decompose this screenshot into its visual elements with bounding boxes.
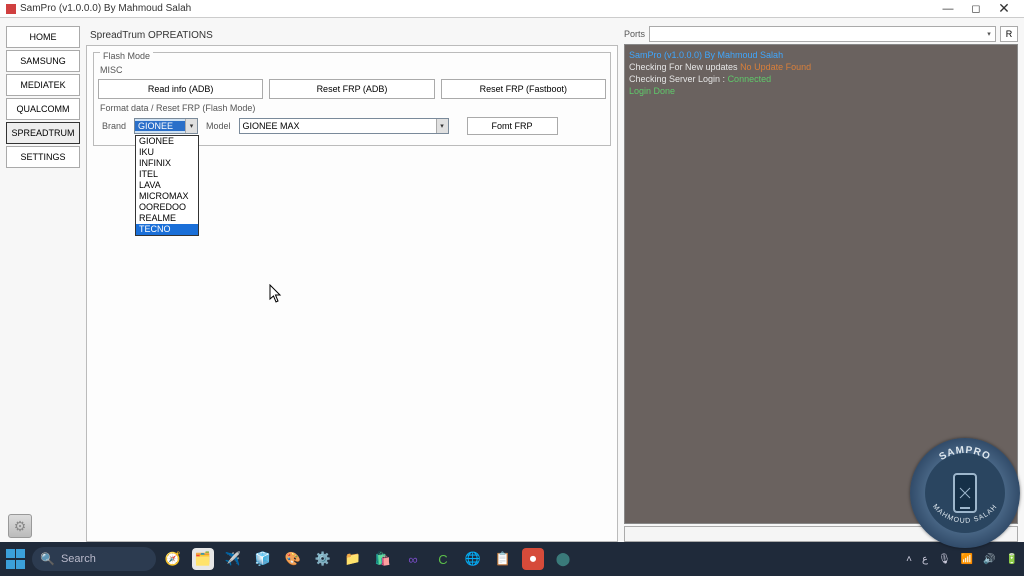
sidebar-item-home[interactable]: HOME <box>6 26 80 48</box>
reset-frp-fastboot-button[interactable]: Reset FRP (Fastboot) <box>441 79 606 99</box>
read-info-adb-button[interactable]: Read info (ADB) <box>98 79 263 99</box>
taskbar-icon[interactable]: ✈️ <box>222 548 244 570</box>
brand-label: Brand <box>102 121 126 131</box>
brand-badge: SAMPRO MAHMOUD SALAH <box>910 438 1020 548</box>
taskbar-icon[interactable]: 🗂️ <box>192 548 214 570</box>
taskbar-search[interactable]: 🔍 Search <box>32 547 156 571</box>
maximize-button[interactable]: ◻ <box>962 2 990 16</box>
sidebar-item-samsung[interactable]: SAMSUNG <box>6 50 80 72</box>
taskbar-icon[interactable]: ⚙️ <box>312 548 334 570</box>
brand-option-ooredoo[interactable]: OOREDOO <box>136 202 198 213</box>
ports-label: Ports <box>624 29 645 39</box>
taskbar-icon[interactable]: 🧭 <box>162 548 184 570</box>
brand-option-iku[interactable]: IKU <box>136 147 198 158</box>
log-line-update-result: No Update Found <box>740 62 811 72</box>
minimize-button[interactable]: — <box>934 2 962 16</box>
brand-option-infinix[interactable]: INFINIX <box>136 158 198 169</box>
model-selected-value: GIONEE MAX <box>240 121 436 131</box>
chevron-down-icon: ▾ <box>185 119 197 133</box>
start-button[interactable] <box>6 549 26 569</box>
log-line-login-prefix: Checking Server Login : <box>629 74 728 84</box>
model-label: Model <box>206 121 231 131</box>
reset-frp-adb-button[interactable]: Reset FRP (ADB) <box>269 79 434 99</box>
window-title: SamPro (v1.0.0.0) By Mahmoud Salah <box>20 3 191 14</box>
model-combobox[interactable]: GIONEE MAX ▾ <box>239 118 449 134</box>
brand-option-itel[interactable]: ITEL <box>136 169 198 180</box>
bottom-left-widget[interactable] <box>8 514 32 538</box>
tray-chevron-icon[interactable]: ˄ <box>906 554 912 565</box>
taskbar-icon[interactable]: 🛍️ <box>372 548 394 570</box>
brand-dropdown-list[interactable]: GIONEE IKU INFINIX ITEL LAVA MICROMAX OO… <box>135 135 199 236</box>
sidebar-item-settings[interactable]: SETTINGS <box>6 146 80 168</box>
cursor-icon <box>269 284 285 309</box>
window-titlebar: SamPro (v1.0.0.0) By Mahmoud Salah — ◻ ✕ <box>0 0 1024 18</box>
app-icon <box>6 4 16 14</box>
ports-combobox[interactable]: ▾ <box>649 26 996 42</box>
sidebar-item-mediatek[interactable]: MEDIATEK <box>6 74 80 96</box>
close-button[interactable]: ✕ <box>990 2 1018 16</box>
format-frp-button[interactable]: Fomt FRP <box>467 117 558 135</box>
sidebar-item-spreadtrum[interactable]: SPREADTRUM <box>6 122 80 144</box>
taskbar: 🔍 Search 🧭 🗂️ ✈️ 🧊 🎨 ⚙️ 📁 🛍️ ∞ C 🌐 📋 ⏺ ⬤… <box>0 542 1024 576</box>
tray-network-icon[interactable]: 📶 <box>961 554 973 565</box>
taskbar-icon[interactable]: 📋 <box>492 548 514 570</box>
ports-refresh-button[interactable]: R <box>1000 26 1018 42</box>
brand-option-realme[interactable]: REALME <box>136 213 198 224</box>
format-section-label: Format data / Reset FRP (Flash Mode) <box>100 103 606 113</box>
taskbar-icon[interactable]: 🧊 <box>252 548 274 570</box>
taskbar-icon[interactable]: C <box>432 548 454 570</box>
tray-language[interactable]: ع <box>922 554 928 565</box>
taskbar-icon[interactable]: 🌐 <box>462 548 484 570</box>
brand-option-tecno[interactable]: TECNO <box>136 224 198 235</box>
search-placeholder: Search <box>61 553 96 565</box>
brand-option-gionee[interactable]: GIONEE <box>136 136 198 147</box>
log-line-app: SamPro (v1.0.0.0) By Mahmoud Salah <box>629 49 1013 61</box>
taskbar-icon[interactable]: ∞ <box>402 548 424 570</box>
tray-battery-icon[interactable]: 🔋 <box>1006 554 1018 565</box>
tray-mic-icon[interactable]: 🎙 <box>938 554 951 565</box>
taskbar-icon[interactable]: ⬤ <box>552 548 574 570</box>
taskbar-icon[interactable]: 🎨 <box>282 548 304 570</box>
log-line-login-done: Login Done <box>629 85 1013 97</box>
taskbar-icon[interactable]: ⏺ <box>522 548 544 570</box>
misc-label: MISC <box>98 63 606 79</box>
brand-selected-value: GIONEE <box>135 121 185 131</box>
brand-combobox[interactable]: GIONEE ▾ GIONEE IKU INFINIX ITEL LAVA MI… <box>134 118 198 134</box>
flash-mode-group-title: Flash Mode <box>100 51 153 61</box>
taskbar-icon[interactable]: 📁 <box>342 548 364 570</box>
log-line-login-result: Connected <box>728 74 772 84</box>
sidebar-item-qualcomm[interactable]: QUALCOMM <box>6 98 80 120</box>
log-line-update-prefix: Checking For New updates <box>629 62 740 72</box>
brand-option-lava[interactable]: LAVA <box>136 180 198 191</box>
chevron-down-icon: ▾ <box>983 30 995 38</box>
sidebar: HOME SAMSUNG MEDIATEK QUALCOMM SPREADTRU… <box>6 26 80 542</box>
taskbar-pinned: 🧭 🗂️ ✈️ 🧊 🎨 ⚙️ 📁 🛍️ ∞ C 🌐 📋 ⏺ ⬤ <box>162 548 574 570</box>
brand-option-micromax[interactable]: MICROMAX <box>136 191 198 202</box>
chevron-down-icon: ▾ <box>436 119 448 133</box>
search-icon: 🔍 <box>40 552 55 566</box>
tray-volume-icon[interactable]: 🔊 <box>983 554 995 565</box>
page-title: SpreadTrum OPREATIONS <box>86 26 618 45</box>
